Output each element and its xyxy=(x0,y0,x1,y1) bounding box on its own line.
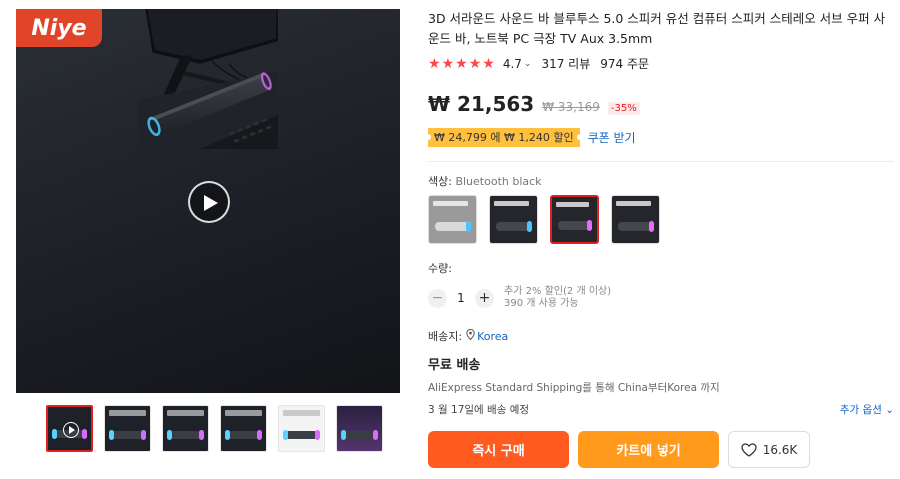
get-coupon-link[interactable]: 쿠폰 받기 xyxy=(588,129,636,146)
ship-to-label: 배송지: xyxy=(428,330,463,343)
selected-color-value: Bluetooth black xyxy=(455,175,542,188)
quantity-minus-button[interactable]: − xyxy=(428,288,447,308)
product-title: 3D 서라운드 사운드 바 블루투스 5.0 스피커 유선 컴퓨터 스피커 스테… xyxy=(428,11,886,46)
thumbnail-product-graphic xyxy=(283,430,320,440)
color-swatches xyxy=(428,195,894,244)
thumbnail-strip xyxy=(46,405,383,452)
thumbnail-image[interactable] xyxy=(278,405,325,452)
rating-row: ★ ★ ★ ★ ★ 4.7 ⌄ 317 리뷰 974 주문 xyxy=(428,55,894,72)
thumbnail-product-graphic xyxy=(109,430,146,440)
action-buttons: 즉시 구매 카트에 넣기 16.6K xyxy=(428,431,894,468)
current-price: ₩ 21,563 xyxy=(428,92,535,116)
swatch-caption-graphic xyxy=(433,201,468,206)
thumbnail-image[interactable] xyxy=(162,405,209,452)
swatch-product-graphic xyxy=(435,221,471,232)
play-icon xyxy=(63,422,79,438)
bulk-discount-note: 추가 2% 할인(2 개 이상) xyxy=(504,286,612,297)
play-icon xyxy=(204,195,218,211)
divider xyxy=(428,161,894,162)
original-price: ₩ 33,169 xyxy=(542,100,600,114)
star-icon: ★ xyxy=(482,55,495,72)
color-option-label: 색상: Bluetooth black xyxy=(428,173,894,189)
free-shipping-label: 무료 배송 xyxy=(428,358,481,373)
discount-badge: -35% xyxy=(607,102,640,115)
brand-logo: Niye xyxy=(16,9,102,47)
thumbnail-caption-graphic xyxy=(283,410,320,416)
ship-to-country-selector[interactable]: Korea xyxy=(477,330,508,343)
color-swatch[interactable] xyxy=(489,195,538,244)
ship-to-row: 배송지: Korea xyxy=(428,328,894,344)
thumbnail-image[interactable] xyxy=(336,405,383,452)
color-swatch[interactable] xyxy=(428,195,477,244)
quantity-stepper: − 1 + 추가 2% 할인(2 개 이상) 390 개 사용 가능 xyxy=(428,286,894,310)
play-video-button[interactable] xyxy=(188,181,230,223)
color-label-text: 색상: xyxy=(428,175,452,188)
stock-available-note: 390 개 사용 가능 xyxy=(504,298,579,309)
thumbnail-image[interactable] xyxy=(220,405,267,452)
add-to-cart-button[interactable]: 카트에 넣기 xyxy=(578,431,719,468)
color-swatch-selected[interactable] xyxy=(550,195,599,244)
delivery-row: 3 월 17일에 배송 예정 추가 옵션 ⌄ xyxy=(428,402,894,417)
thumbnail-caption-graphic xyxy=(167,410,204,416)
thumbnail-image[interactable] xyxy=(104,405,151,452)
swatch-caption-graphic xyxy=(556,202,589,207)
shipping-method-text: AliExpress Standard Shipping를 통해 China부터… xyxy=(428,382,720,394)
swatch-product-graphic xyxy=(558,220,592,231)
buy-now-button[interactable]: 즉시 구매 xyxy=(428,431,569,468)
swatch-caption-graphic xyxy=(494,201,529,206)
quantity-note: 추가 2% 할인(2 개 이상) 390 개 사용 가능 xyxy=(504,286,611,310)
quantity-input[interactable]: 1 xyxy=(447,291,475,305)
swatch-caption-graphic xyxy=(616,201,651,206)
star-icon: ★ xyxy=(441,55,455,72)
star-rating[interactable]: ★ ★ ★ ★ ★ xyxy=(428,57,495,71)
thumbnail-video[interactable] xyxy=(46,405,93,452)
thumbnail-caption-graphic xyxy=(225,410,262,416)
order-count: 974 주문 xyxy=(600,57,650,71)
coupon-row: ₩ 24,799 에 ₩ 1,240 할인 쿠폰 받기 xyxy=(425,128,894,147)
quantity-plus-button[interactable]: + xyxy=(475,288,494,308)
main-product-image[interactable]: Niye xyxy=(16,9,400,393)
wishlist-button[interactable]: 16.6K xyxy=(728,431,810,468)
swatch-product-graphic xyxy=(618,221,654,232)
thumbnail-caption-graphic xyxy=(109,410,146,416)
rating-value[interactable]: 4.7 xyxy=(503,57,522,71)
star-icon: ★ xyxy=(428,55,441,72)
product-info-panel: 3D 서라운드 사운드 바 블루투스 5.0 스피커 유선 컴퓨터 스피커 스테… xyxy=(425,9,894,468)
star-icon: ★ xyxy=(455,55,468,72)
thumbnail-product-graphic xyxy=(167,430,204,440)
chevron-down-icon[interactable]: ⌄ xyxy=(524,59,532,69)
coupon-tag: ₩ 24,799 에 ₩ 1,240 할인 xyxy=(425,128,583,147)
swatch-product-graphic xyxy=(496,221,532,232)
price-row: ₩ 21,563 ₩ 33,169 -35% xyxy=(428,92,894,116)
review-count[interactable]: 317 리뷰 xyxy=(541,55,590,72)
more-shipping-options-link[interactable]: 추가 옵션 ⌄ xyxy=(840,402,894,417)
quantity-label: 수량: xyxy=(428,262,452,275)
estimated-delivery: 3 월 17일에 배송 예정 xyxy=(428,404,530,416)
star-icon: ★ xyxy=(468,55,482,72)
wishlist-count: 16.6K xyxy=(762,442,798,457)
heart-icon xyxy=(741,442,757,457)
color-swatch[interactable] xyxy=(611,195,660,244)
thumbnail-product-graphic xyxy=(341,430,378,440)
location-pin-icon xyxy=(466,328,475,343)
thumbnail-product-graphic xyxy=(225,430,262,440)
